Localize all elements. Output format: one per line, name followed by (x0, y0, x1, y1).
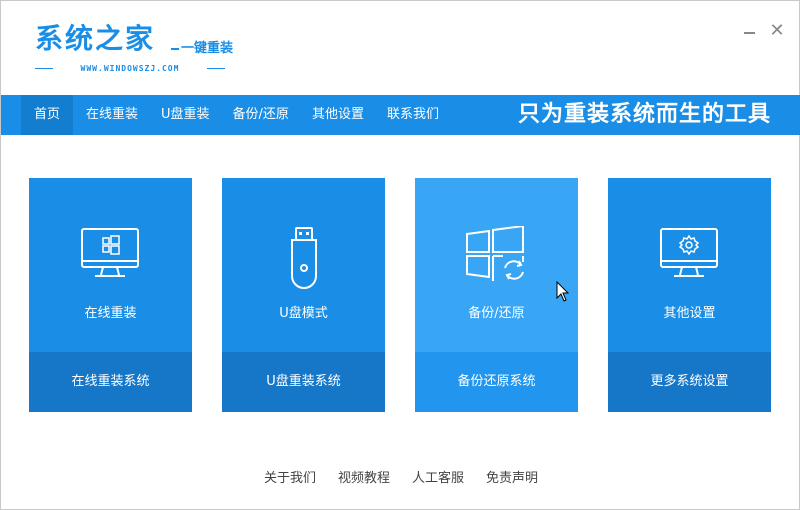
nav-item-usb-reinstall[interactable]: U盘重装 (151, 95, 220, 135)
card-other-settings[interactable]: 其他设置 更多系统设置 (608, 178, 771, 412)
usb-drive-icon (222, 226, 385, 290)
close-button[interactable]: ✕ (769, 20, 785, 41)
logo-dash-right (206, 67, 225, 69)
footer-link-video-tutorial[interactable]: 视频教程 (338, 467, 390, 487)
close-icon: ✕ (769, 20, 785, 41)
nav-item-backup-restore[interactable]: 备份/还原 (223, 95, 299, 135)
card-foot-button[interactable]: U盘重装系统 (222, 352, 385, 412)
card-foot-button[interactable]: 在线重装系统 (29, 352, 192, 412)
card-label: 备份/还原 (468, 306, 525, 321)
mouse-cursor-icon (556, 281, 570, 302)
app-logo: 系统之家 一键重装 WWW.WINDOWSZJ.COM (35, 19, 235, 79)
logo-main-text: 系统之家 (35, 22, 156, 55)
card-label: U盘模式 (279, 306, 328, 321)
logo-url: WWW.WINDOWSZJ.COM (80, 63, 180, 73)
app-window: 系统之家 一键重装 WWW.WINDOWSZJ.COM ✕ 首页 在线重装 U盘… (0, 0, 800, 510)
windows-restore-icon (415, 226, 578, 290)
minimize-icon (743, 32, 755, 34)
card-foot-button[interactable]: 更多系统设置 (608, 352, 771, 412)
card-label: 其他设置 (663, 306, 716, 321)
card-online-reinstall[interactable]: 在线重装 在线重装系统 (29, 178, 192, 412)
monitor-gear-icon (608, 226, 771, 290)
nav-item-other-settings[interactable]: 其他设置 (302, 95, 374, 135)
footer-link-disclaimer[interactable]: 免责声明 (486, 467, 538, 487)
nav-bar: 首页 在线重装 U盘重装 备份/还原 其他设置 联系我们 只为重装系统而生的工具 (1, 95, 800, 135)
card-usb-mode[interactable]: U盘模式 U盘重装系统 (222, 178, 385, 412)
footer-links: 关于我们 视频教程 人工客服 免责声明 (1, 467, 800, 487)
slogan: 只为重装系统而生的工具 (517, 102, 771, 127)
monitor-windows-icon (29, 226, 192, 290)
nav-item-online-reinstall[interactable]: 在线重装 (76, 95, 148, 135)
nav-item-home[interactable]: 首页 (21, 95, 74, 135)
card-foot-button[interactable]: 备份还原系统 (415, 352, 578, 412)
footer-link-support[interactable]: 人工客服 (412, 467, 464, 487)
nav-item-contact-us[interactable]: 联系我们 (377, 95, 449, 135)
logo-url-row: WWW.WINDOWSZJ.COM (35, 61, 225, 75)
footer-link-about[interactable]: 关于我们 (264, 467, 316, 487)
nav-items: 首页 在线重装 U盘重装 备份/还原 其他设置 联系我们 (21, 95, 452, 135)
card-label: 在线重装 (84, 306, 137, 321)
card-backup-restore[interactable]: 备份/还原 备份还原系统 (415, 178, 578, 412)
logo-dash-left (35, 67, 53, 69)
minimize-button[interactable] (741, 23, 757, 39)
logo-sub-text: 一键重装 (171, 37, 233, 56)
